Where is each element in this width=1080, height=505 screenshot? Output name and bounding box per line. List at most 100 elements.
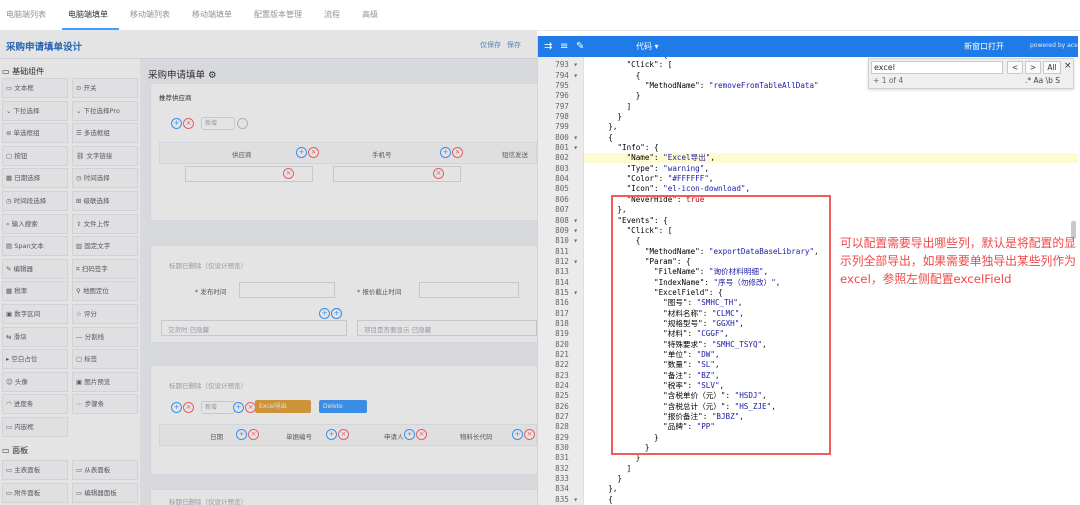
component-item[interactable]: — 分割线: [72, 326, 138, 347]
tab-version-manage[interactable]: 配置版本管理: [254, 9, 302, 20]
code-line[interactable]: 797 ]: [538, 102, 1078, 112]
component-item[interactable]: ▥ 固定文字: [72, 236, 138, 257]
edit-icon[interactable]: +: [440, 147, 451, 158]
component-item[interactable]: ◷ 时间段选择: [2, 191, 68, 211]
component-item[interactable]: ⚲ 地图定位: [72, 281, 138, 302]
delete-button[interactable]: Delete: [319, 400, 367, 413]
component-item[interactable]: ⇆ 滑块: [2, 326, 68, 347]
delete-icon[interactable]: ×: [452, 147, 463, 158]
code-line[interactable]: 835 ▾ {: [538, 495, 1078, 505]
add-icon[interactable]: +: [171, 402, 182, 413]
add-button[interactable]: 新增: [201, 117, 235, 130]
save-button[interactable]: 保存: [507, 41, 521, 49]
settings-icon[interactable]: ·: [237, 118, 248, 129]
code-line[interactable]: 800 ▾ {: [538, 133, 1078, 143]
delete-icon[interactable]: ×: [308, 147, 319, 158]
component-item[interactable]: ⌕ 输入搜索: [2, 213, 68, 234]
code-line[interactable]: 801 ▾ "Info": {: [538, 143, 1078, 153]
code-line[interactable]: 798 }: [538, 112, 1078, 122]
edit-icon[interactable]: +: [404, 429, 415, 440]
open-new-window-button[interactable]: 新窗口打开: [964, 41, 1004, 52]
code-line[interactable]: 802 "Name": "Excel导出",: [538, 153, 1078, 163]
edit-icon[interactable]: +: [331, 308, 342, 319]
delete-icon[interactable]: ×: [248, 429, 259, 440]
code-line[interactable]: 803 "Type": "warning",: [538, 164, 1078, 174]
add-icon[interactable]: +: [171, 118, 182, 129]
tab-mobile-list[interactable]: 移动端列表: [130, 9, 170, 20]
component-item[interactable]: ⇪ 文件上传: [72, 213, 138, 234]
delete-icon[interactable]: ×: [433, 168, 444, 179]
component-item[interactable]: ✎ 编辑器: [2, 258, 68, 279]
mode-select[interactable]: 代码 ▾: [636, 41, 659, 52]
delete-icon[interactable]: ×: [283, 168, 294, 179]
panel-item[interactable]: ▭ 从表面板: [72, 460, 138, 480]
component-item[interactable]: ☰ 多选框组: [72, 123, 138, 144]
component-item[interactable]: ▢ 标签: [72, 349, 138, 370]
code-line[interactable]: 833 }: [538, 474, 1078, 484]
code-line[interactable]: 834 },: [538, 484, 1078, 494]
search-options[interactable]: .* Aa \b S: [1025, 76, 1060, 85]
component-item[interactable]: ◷ 时间选择: [72, 168, 138, 189]
component-item[interactable]: ⌗ 扫码签字: [72, 258, 138, 279]
code-line[interactable]: 804 "Color": "#FFFFFF",: [538, 174, 1078, 184]
excel-export-button[interactable]: Excel导出: [255, 400, 311, 413]
delete-icon[interactable]: ×: [524, 429, 535, 440]
code-line[interactable]: 796 }: [538, 91, 1078, 101]
component-item[interactable]: ▸ 空白占位: [2, 349, 68, 370]
panel-item[interactable]: ▭ 主表面板: [2, 460, 68, 480]
deal-status-field[interactable]: 交货时 已隐藏: [161, 320, 347, 336]
component-item[interactable]: ▭ 文本框: [2, 78, 68, 98]
component-item[interactable]: ⊜ 单选框组: [2, 123, 68, 144]
show-flag-field[interactable]: 项目是否要显示 已隐藏: [357, 320, 537, 336]
edit-icon[interactable]: +: [236, 429, 247, 440]
code-line[interactable]: 832 ]: [538, 464, 1078, 474]
replace-toggle[interactable]: +: [873, 76, 879, 85]
code-line[interactable]: 799 },: [538, 122, 1078, 132]
tab-pc-form[interactable]: 电脑端填单: [68, 9, 108, 20]
component-item[interactable]: ⌄ 下拉选择: [2, 100, 68, 121]
close-icon[interactable]: ×: [1064, 61, 1072, 71]
edit-icon[interactable]: +: [512, 429, 523, 440]
edit-icon[interactable]: +: [296, 147, 307, 158]
indent-icon[interactable]: ⇉: [544, 41, 552, 52]
delete-icon[interactable]: ×: [183, 118, 194, 129]
component-item[interactable]: ☆ 评分: [72, 304, 138, 324]
component-item[interactable]: ▣ 图片预览: [72, 371, 138, 392]
component-item[interactable]: ⊞ 级联选择: [72, 191, 138, 211]
component-item[interactable]: ▢ 按钮: [2, 145, 68, 166]
component-item[interactable]: ☺ 头像: [2, 371, 68, 392]
wrench-icon[interactable]: ✎: [576, 41, 584, 52]
save-only-button[interactable]: 仅保存: [480, 41, 501, 49]
tab-advanced[interactable]: 高级: [362, 9, 378, 20]
deadline-input[interactable]: [419, 282, 519, 298]
edit-icon[interactable]: +: [326, 429, 337, 440]
search-input[interactable]: excel: [871, 61, 1003, 74]
component-item[interactable]: ⌄ 下拉选择Pro: [72, 100, 138, 121]
tab-mobile-form[interactable]: 移动端填单: [192, 9, 232, 20]
tab-pc-list[interactable]: 电脑端列表: [6, 9, 46, 20]
component-item[interactable]: ▦ 税率: [2, 281, 68, 302]
panel-item[interactable]: ▭ 编辑器面板: [72, 482, 138, 503]
component-item[interactable]: ▤ Span文本: [2, 236, 68, 257]
component-item[interactable]: ⋯ 步骤条: [72, 394, 138, 415]
delete-icon[interactable]: ×: [338, 429, 349, 440]
delete-icon[interactable]: ×: [183, 402, 194, 413]
component-item[interactable]: ⛓ 文字链接: [72, 145, 138, 166]
tab-flow[interactable]: 流程: [324, 9, 340, 20]
delete-icon[interactable]: ×: [416, 429, 427, 440]
component-item[interactable]: ▦ 日期选择: [2, 168, 68, 189]
search-next-button[interactable]: >: [1025, 61, 1041, 74]
search-all-button[interactable]: All: [1043, 61, 1061, 74]
component-item[interactable]: ▭ 内嵌框: [2, 417, 68, 437]
component-item[interactable]: ◠ 进度条: [2, 394, 68, 415]
edit-icon[interactable]: +: [319, 308, 330, 319]
component-item[interactable]: ▣ 数字区间: [2, 304, 68, 324]
format-icon[interactable]: ≡: [560, 41, 568, 52]
component-item[interactable]: ⊙ 开关: [72, 78, 138, 98]
search-prev-button[interactable]: <: [1007, 61, 1023, 74]
panel-item[interactable]: ▭ 附件面板: [2, 482, 68, 503]
edit-icon[interactable]: +: [233, 402, 244, 413]
add-button[interactable]: 新增: [201, 401, 235, 414]
publish-time-input[interactable]: [239, 282, 335, 298]
code-line[interactable]: 805 "Icon": "el-icon-download",: [538, 184, 1078, 194]
